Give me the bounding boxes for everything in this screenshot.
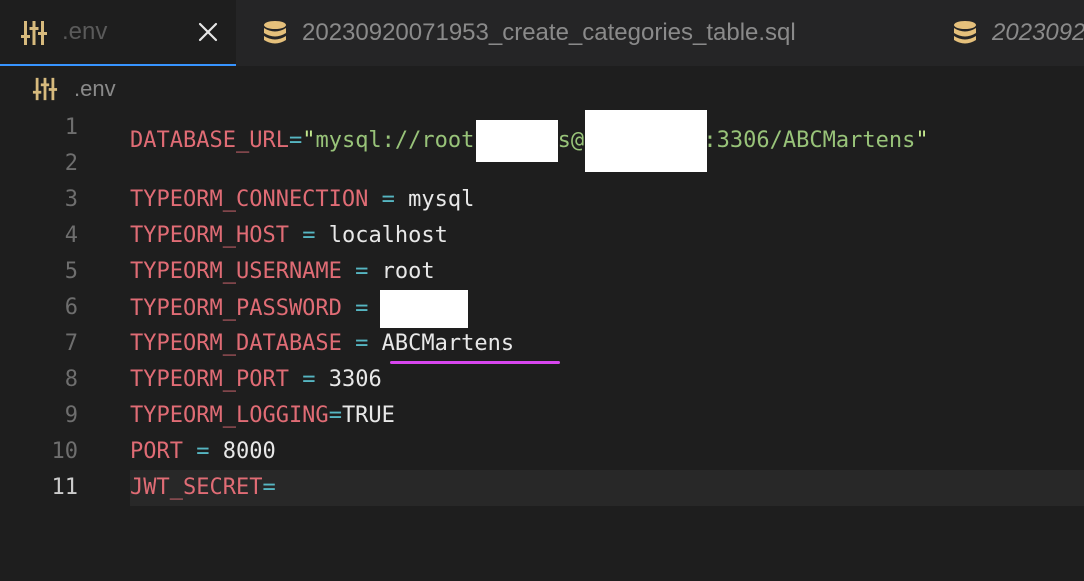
line-number: 1 bbox=[64, 115, 78, 140]
database-icon bbox=[262, 20, 288, 46]
env-value: ABCMartens bbox=[381, 331, 515, 356]
tab-label: 2023092 bbox=[992, 19, 1084, 46]
close-icon[interactable] bbox=[196, 20, 220, 44]
line-number: 11 bbox=[51, 475, 79, 500]
equals-operator: = bbox=[341, 331, 382, 356]
settings-sliders-icon bbox=[20, 19, 48, 47]
database-icon bbox=[952, 20, 978, 46]
breadcrumb-item-env[interactable]: .env bbox=[74, 76, 116, 102]
line-content: TYPEORM_CONNECTION = mysql bbox=[130, 182, 474, 218]
line-number: 7 bbox=[64, 331, 78, 356]
line-content: TYPEORM_PORT = 3306 bbox=[130, 362, 382, 398]
line-content: TYPEORM_HOST = localhost bbox=[130, 218, 448, 254]
code-line: 5 TYPEORM_USERNAME = root bbox=[0, 254, 1084, 290]
line-content: TYPEORM_LOGGING=TRUE bbox=[130, 398, 395, 434]
line-number: 5 bbox=[64, 259, 78, 284]
code-editor[interactable]: 1 DATABASE_URL="mysql://root: s@1:3306/AB… bbox=[0, 110, 1084, 506]
line-number: 10 bbox=[51, 439, 79, 464]
env-value: 3306 bbox=[328, 367, 382, 392]
equals-operator: = bbox=[328, 403, 342, 428]
equals-operator: = bbox=[262, 475, 276, 500]
equals-operator: = bbox=[368, 187, 409, 212]
env-key: TYPEORM_HOST bbox=[130, 223, 289, 248]
env-key: TYPEORM_CONNECTION bbox=[130, 187, 369, 212]
equals-operator: = bbox=[288, 367, 329, 392]
line-number: 3 bbox=[64, 187, 78, 212]
line-number: 9 bbox=[64, 403, 78, 428]
line-number: 6 bbox=[64, 295, 78, 320]
code-line-current: 11 JWT_SECRET= bbox=[0, 470, 1084, 506]
equals-operator: = bbox=[341, 259, 382, 284]
code-line: 8 TYPEORM_PORT = 3306 bbox=[0, 362, 1084, 398]
env-key: TYPEORM_USERNAME bbox=[130, 259, 342, 284]
equals-operator: = bbox=[182, 439, 223, 464]
annotation-underline bbox=[390, 361, 560, 364]
tab-label: 20230920071953_create_categories_table.s… bbox=[302, 19, 796, 46]
line-number: 2 bbox=[64, 151, 78, 176]
code-line: 1 DATABASE_URL="mysql://root: s@1:3306/AB… bbox=[0, 110, 1084, 172]
code-line: 4 TYPEORM_HOST = localhost bbox=[0, 218, 1084, 254]
line-number: 4 bbox=[64, 223, 78, 248]
equals-operator: = bbox=[288, 223, 329, 248]
equals-operator: = bbox=[341, 296, 382, 321]
code-line: 6 TYPEORM_PASSWORD = bbox=[0, 290, 1084, 328]
code-line: 2 bbox=[0, 146, 1084, 182]
tab-2023092-sql[interactable]: 2023092 bbox=[952, 0, 1084, 66]
settings-sliders-icon bbox=[32, 76, 58, 108]
code-line: 9 TYPEORM_LOGGING=TRUE bbox=[0, 398, 1084, 434]
line-content: TYPEORM_PASSWORD = bbox=[130, 290, 468, 328]
env-key: TYPEORM_PASSWORD bbox=[130, 296, 342, 321]
env-value: root bbox=[381, 259, 435, 284]
env-key: TYPEORM_LOGGING bbox=[130, 403, 329, 428]
line-number: 8 bbox=[64, 367, 78, 392]
env-value: localhost bbox=[328, 223, 448, 248]
code-line: 10 PORT = 8000 bbox=[0, 434, 1084, 470]
line-content: TYPEORM_USERNAME = root bbox=[130, 254, 435, 290]
tab-env[interactable]: .env bbox=[0, 0, 236, 66]
env-value: TRUE bbox=[341, 403, 395, 428]
code-line: 3 TYPEORM_CONNECTION = mysql bbox=[0, 182, 1084, 218]
env-key: TYPEORM_DATABASE bbox=[130, 331, 342, 356]
redacted-box bbox=[379, 290, 468, 328]
env-value: mysql bbox=[408, 187, 475, 212]
tab-create-categories-sql[interactable]: 20230920071953_create_categories_table.s… bbox=[262, 0, 796, 66]
env-key: PORT bbox=[130, 439, 183, 464]
code-line: 7 TYPEORM_DATABASE = ABCMartens bbox=[0, 326, 1084, 362]
breadcrumb: .env bbox=[0, 66, 1084, 114]
line-content: JWT_SECRET= bbox=[130, 470, 276, 506]
tab-label: .env bbox=[62, 18, 108, 45]
env-value: 8000 bbox=[222, 439, 276, 464]
env-key: JWT_SECRET bbox=[130, 475, 263, 500]
env-key: TYPEORM_PORT bbox=[130, 367, 289, 392]
editor-tab-bar: .env 20230920071953_create_categories_ta… bbox=[0, 0, 1084, 66]
line-content: TYPEORM_DATABASE = ABCMartens bbox=[130, 326, 514, 362]
line-content: PORT = 8000 bbox=[130, 434, 276, 470]
